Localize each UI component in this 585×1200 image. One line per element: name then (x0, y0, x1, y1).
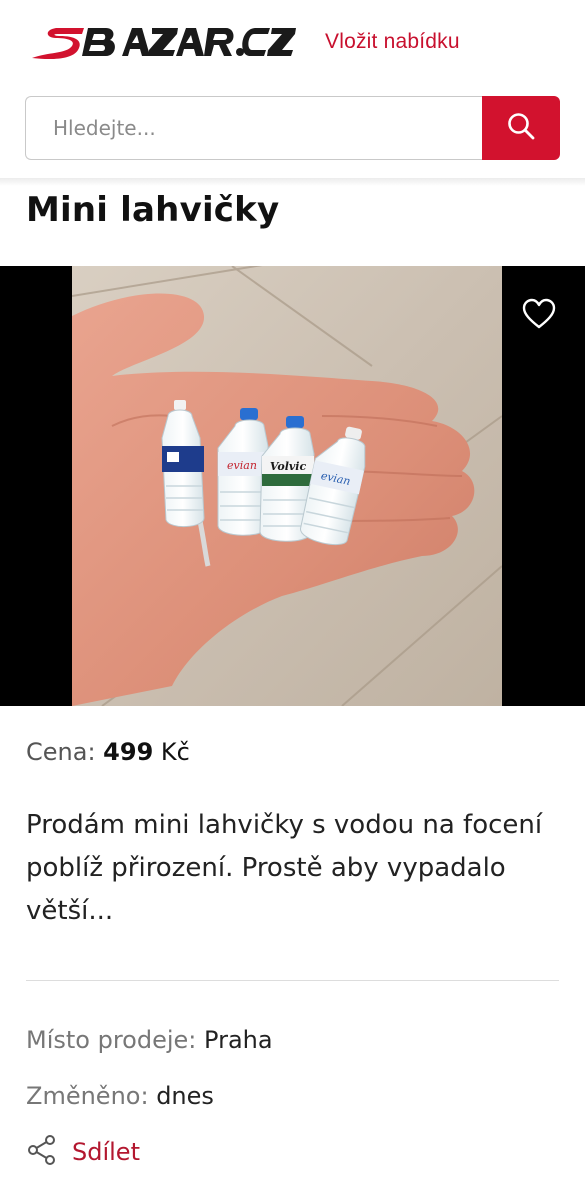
price-label: Cena: (26, 738, 96, 766)
heart-icon (522, 298, 556, 334)
price-currency: Kč (160, 738, 190, 766)
header-shadow (0, 178, 585, 186)
changed-row: Změněno: dnes (26, 1082, 214, 1110)
changed-value: dnes (156, 1082, 214, 1110)
listing-title: Mini lahvičky (26, 190, 280, 230)
sbazar-logo[interactable] (26, 22, 298, 62)
changed-label: Změněno: (26, 1082, 149, 1110)
search-icon (506, 111, 536, 145)
search-bar (25, 96, 560, 160)
share-label: Sdílet (72, 1138, 140, 1166)
location-label: Místo prodeje: (26, 1026, 197, 1054)
price: Cena: 499 Kč (26, 738, 190, 766)
bottle-label-evian-1: evian (227, 459, 257, 472)
location-row: Místo prodeje: Praha (26, 1026, 273, 1054)
post-offer-link[interactable]: Vložit nabídku (325, 30, 460, 54)
favorite-button[interactable] (519, 296, 559, 336)
price-value: 499 (103, 738, 154, 766)
search-button[interactable] (482, 96, 560, 160)
listing-description: Prodám mini lahvičky s vodou na focení p… (26, 810, 543, 926)
share-button[interactable]: Sdílet (26, 1134, 140, 1170)
divider (26, 980, 559, 981)
site-header: Vložit nabídku (0, 0, 585, 180)
search-input[interactable] (25, 96, 483, 160)
share-icon (26, 1134, 58, 1170)
location-value: Praha (204, 1026, 273, 1054)
listing-photo[interactable]: evian Volvic evian (72, 266, 502, 706)
photo-gallery[interactable]: evian Volvic evian (0, 266, 585, 706)
bottle-label-volvic: Volvic (270, 460, 307, 473)
